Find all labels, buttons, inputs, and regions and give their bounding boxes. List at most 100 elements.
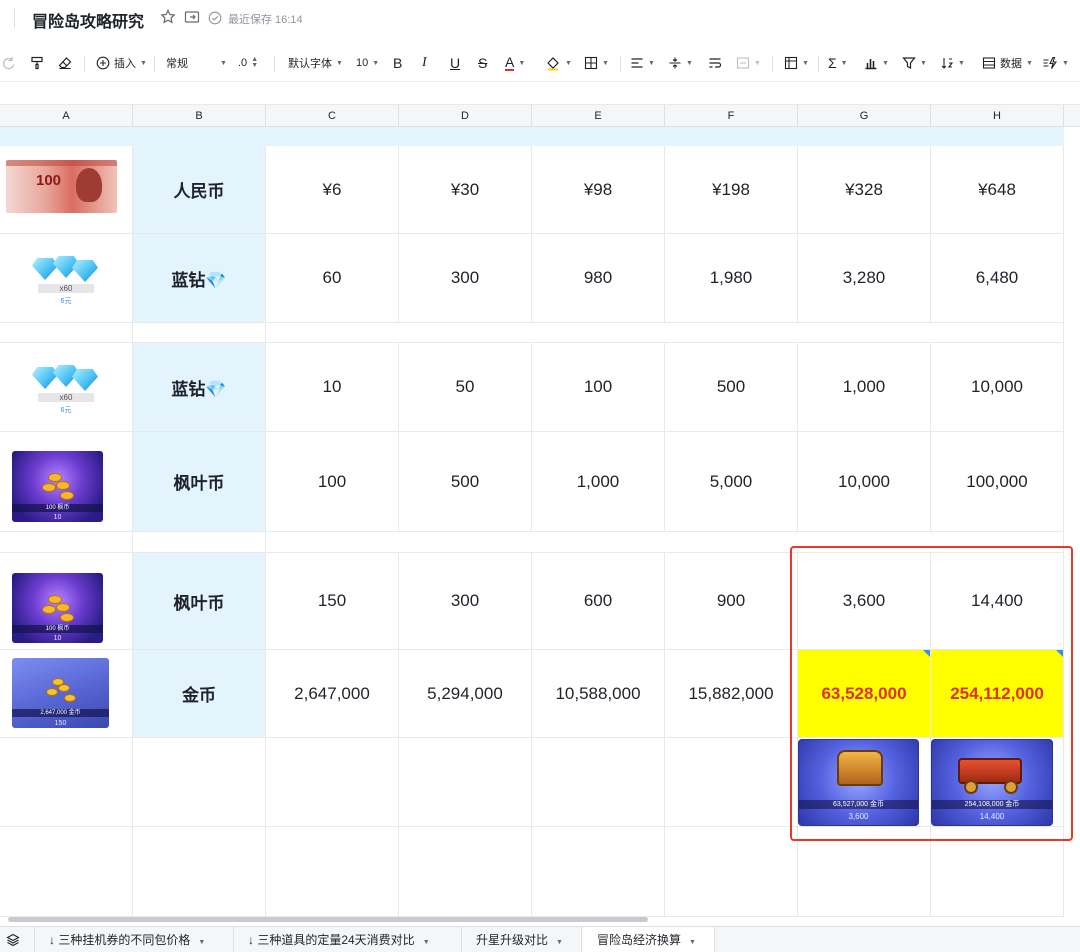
format-painter-icon[interactable] <box>30 54 44 72</box>
empty-cell[interactable] <box>665 738 798 827</box>
chevron-down-icon[interactable]: ▼ <box>689 939 696 946</box>
formula-bar[interactable] <box>0 83 1080 105</box>
wrap-text-button[interactable] <box>708 54 722 72</box>
empty-cell[interactable] <box>532 738 665 827</box>
table-cell[interactable]: 3,280 <box>798 234 931 323</box>
empty-cell[interactable] <box>798 827 931 917</box>
empty-cell[interactable] <box>266 827 399 917</box>
comment-marker-icon[interactable] <box>1056 650 1063 657</box>
table-cell[interactable]: 10 <box>266 343 399 432</box>
empty-cell[interactable] <box>532 827 665 917</box>
vertical-align-button[interactable]: ▼ <box>668 54 693 72</box>
empty-cell[interactable] <box>0 738 133 827</box>
layers-icon[interactable] <box>6 933 20 952</box>
image-cell[interactable]: x60 6元 <box>0 234 133 323</box>
empty-cell[interactable] <box>266 532 1064 553</box>
table-cell[interactable]: 1,000 <box>532 432 665 532</box>
document-title[interactable]: 冒险岛攻略研究 <box>32 8 144 32</box>
table-cell[interactable]: 60 <box>266 234 399 323</box>
empty-cell[interactable] <box>399 738 532 827</box>
table-cell[interactable]: 10,588,000 <box>532 650 665 738</box>
column-header-h[interactable]: H <box>931 105 1064 127</box>
image-cell[interactable]: 254,108,000 金币 14,400 <box>931 738 1064 827</box>
table-cell[interactable]: 1,000 <box>798 343 931 432</box>
chart-button[interactable]: ▼ <box>864 54 889 72</box>
fill-color-button[interactable]: ▼ <box>545 54 572 72</box>
row-label[interactable]: 枫叶币 <box>133 553 266 650</box>
freeze-button[interactable]: ▼ <box>784 54 809 72</box>
table-cell[interactable]: 5,000 <box>665 432 798 532</box>
row-label[interactable]: 蓝钻💎 <box>133 234 266 323</box>
empty-cell[interactable] <box>399 827 532 917</box>
font-size-select[interactable]: 10 ▼ <box>356 54 379 72</box>
table-cell[interactable]: ¥328 <box>798 146 931 234</box>
empty-cell[interactable] <box>133 827 266 917</box>
table-cell[interactable]: 150 <box>266 553 399 650</box>
clear-format-icon[interactable] <box>58 54 72 72</box>
decimal-places-stepper[interactable]: .0 ▲ ▼ <box>238 54 258 72</box>
table-cell[interactable]: 300 <box>399 234 532 323</box>
sheet-tab[interactable]: ↓ 三种挂机券的不同包价格 ▼ <box>34 927 234 952</box>
number-format-select[interactable]: 常规 ▼ <box>166 54 227 72</box>
table-cell[interactable]: ¥198 <box>665 146 798 234</box>
table-cell[interactable]: 500 <box>399 432 532 532</box>
bold-button[interactable]: B <box>393 54 402 72</box>
table-cell[interactable]: 300 <box>399 553 532 650</box>
borders-button[interactable]: ▼ <box>584 54 609 72</box>
empty-cell[interactable] <box>931 827 1064 917</box>
row-label[interactable]: 人民币 <box>133 146 266 234</box>
row-label[interactable]: 枫叶币 <box>133 432 266 532</box>
chevron-down-icon[interactable]: ▼ <box>556 939 563 946</box>
image-cell[interactable]: 100 <box>0 146 133 234</box>
filter-button[interactable]: ▼ <box>902 54 927 72</box>
table-cell[interactable]: 5,294,000 <box>399 650 532 738</box>
empty-cell[interactable] <box>266 738 399 827</box>
text-color-button[interactable]: A ▼ <box>505 54 525 72</box>
table-cell[interactable]: 500 <box>665 343 798 432</box>
table-cell[interactable]: 1,980 <box>665 234 798 323</box>
empty-cell[interactable] <box>0 532 133 553</box>
font-family-select[interactable]: 默认字体 ▼ <box>288 54 343 72</box>
image-cell[interactable]: 63,527,000 金币 3,600 <box>798 738 931 827</box>
star-icon[interactable] <box>160 9 178 27</box>
table-cell[interactable]: ¥6 <box>266 146 399 234</box>
table-cell[interactable]: 3,600 <box>798 553 931 650</box>
table-cell[interactable]: 980 <box>532 234 665 323</box>
table-cell[interactable]: 14,400 <box>931 553 1064 650</box>
empty-cell[interactable] <box>133 738 266 827</box>
column-header-a[interactable]: A <box>0 105 133 127</box>
table-cell[interactable]: 600 <box>532 553 665 650</box>
strikethrough-button[interactable]: S <box>478 54 487 72</box>
empty-cell[interactable] <box>0 827 133 917</box>
row-label[interactable]: 蓝钻💎 <box>133 343 266 432</box>
insert-button[interactable]: 插入 ▼ <box>96 54 147 72</box>
table-cell[interactable]: ¥98 <box>532 146 665 234</box>
table-cell[interactable]: 10,000 <box>798 432 931 532</box>
image-cell[interactable]: 100 枫币 10 <box>0 432 133 532</box>
table-cell[interactable]: 100 <box>266 432 399 532</box>
column-header-e[interactable]: E <box>532 105 665 127</box>
empty-cell[interactable] <box>133 323 266 343</box>
table-cell[interactable]: 15,882,000 <box>665 650 798 738</box>
row-label[interactable]: 金币 <box>133 650 266 738</box>
horizontal-align-button[interactable]: ▼ <box>630 54 655 72</box>
chevron-down-icon[interactable]: ▼ <box>198 939 205 946</box>
table-cell[interactable]: 100 <box>532 343 665 432</box>
column-header-b[interactable]: B <box>133 105 266 127</box>
sheet-tab[interactable]: ↓ 三种道具的定量24天消费对比 ▼ <box>234 927 462 952</box>
empty-cell[interactable] <box>133 532 266 553</box>
table-cell[interactable]: 100,000 <box>931 432 1064 532</box>
automation-button[interactable]: ▼ <box>1042 54 1069 72</box>
table-cell[interactable]: ¥30 <box>399 146 532 234</box>
italic-button[interactable]: I <box>422 54 427 72</box>
column-header-d[interactable]: D <box>399 105 532 127</box>
sum-button[interactable]: Σ ▼ <box>828 54 848 72</box>
redo-icon[interactable] <box>2 54 16 72</box>
underline-button[interactable]: U <box>450 54 460 72</box>
sheet-tab-active[interactable]: 冒险岛经济换算 ▼ <box>583 927 715 952</box>
table-cell[interactable]: ¥648 <box>931 146 1064 234</box>
column-header-f[interactable]: F <box>665 105 798 127</box>
column-header-g[interactable]: G <box>798 105 931 127</box>
image-cell[interactable]: 2,647,000 金币 150 <box>0 650 133 738</box>
table-cell[interactable]: 6,480 <box>931 234 1064 323</box>
